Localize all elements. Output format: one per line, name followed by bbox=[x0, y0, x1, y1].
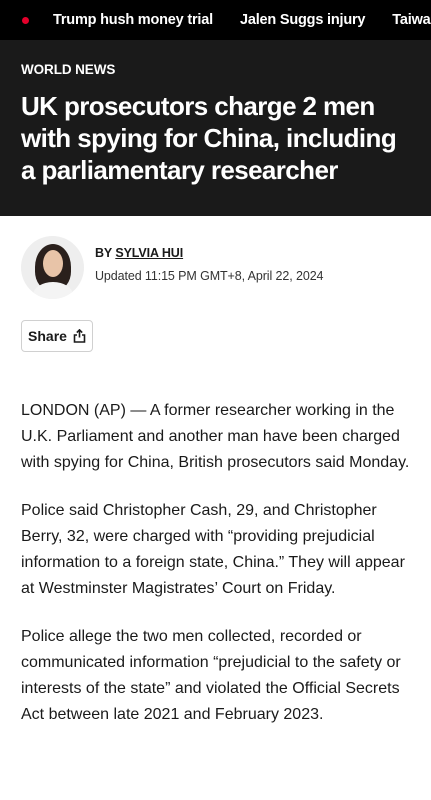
updated-timestamp: Updated 11:15 PM GMT+8, April 22, 2024 bbox=[95, 269, 324, 283]
share-label: Share bbox=[28, 328, 67, 344]
live-indicator-dot bbox=[22, 16, 29, 24]
trending-link-taiwan[interactable]: Taiwan earthquake bbox=[392, 12, 431, 28]
paragraph: Police said Christopher Cash, 29, and Ch… bbox=[21, 502, 405, 597]
section-label[interactable]: WORLD NEWS bbox=[21, 62, 409, 77]
byline: BY SYLVIA HUI Updated 11:15 PM GMT+8, Ap… bbox=[21, 236, 431, 299]
share-button[interactable]: Share bbox=[21, 320, 93, 352]
paragraph: LONDON (AP) — A former researcher workin… bbox=[21, 402, 410, 471]
byline-prefix: BY bbox=[95, 246, 112, 260]
trending-bar: Trump hush money trial Jalen Suggs injur… bbox=[0, 0, 431, 40]
trending-link-jalen-suggs[interactable]: Jalen Suggs injury bbox=[240, 12, 366, 28]
article-body: LONDON (AP) — A former researcher workin… bbox=[0, 352, 431, 728]
trending-link-trump-trial[interactable]: Trump hush money trial bbox=[53, 12, 213, 28]
article-header: WORLD NEWS UK prosecutors charge 2 men w… bbox=[0, 40, 431, 216]
byline-author-line: BY SYLVIA HUI bbox=[95, 246, 323, 260]
author-avatar[interactable] bbox=[21, 236, 84, 299]
share-icon bbox=[73, 329, 86, 343]
headline: UK prosecutors charge 2 men with spying … bbox=[21, 91, 397, 185]
paragraph: Police allege the two men collected, rec… bbox=[21, 628, 401, 723]
author-link[interactable]: SYLVIA HUI bbox=[115, 246, 183, 260]
